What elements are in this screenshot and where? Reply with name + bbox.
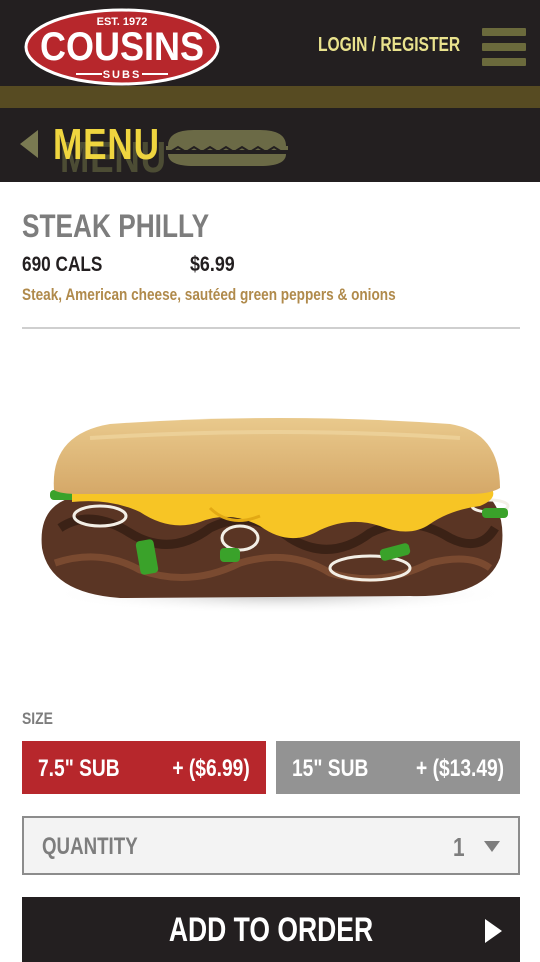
product-description: Steak, American cheese, sautéed green pe… [22, 285, 396, 304]
size-option-label: 7.5" SUB [38, 755, 120, 782]
logo-subs-text: SUBS [103, 69, 142, 81]
cousins-subs-logo[interactable]: EST. 1972 COUSINS SUBS [24, 8, 220, 86]
hamburger-menu-icon[interactable] [482, 28, 526, 66]
size-option-price: + ($6.99) [172, 755, 250, 782]
product-calories: 690 CALS [22, 253, 103, 276]
steak-philly-sandwich-image [30, 398, 520, 623]
play-arrow-icon [485, 919, 502, 943]
size-option-15-sub[interactable]: 15" SUB + ($13.49) [276, 741, 520, 794]
quantity-value: 1 [453, 832, 465, 862]
product-name: STEAK PHILLY [22, 208, 210, 244]
product-price: $6.99 [190, 253, 235, 276]
add-to-order-button[interactable]: ADD TO ORDER [22, 897, 520, 962]
logo-main-text: COUSINS [40, 25, 204, 69]
size-label: SIZE [22, 709, 53, 728]
chevron-down-icon [484, 841, 500, 852]
back-arrow-icon[interactable] [20, 130, 38, 158]
size-option-7-5-sub[interactable]: 7.5" SUB + ($6.99) [22, 741, 266, 794]
quantity-label: QUANTITY [42, 833, 138, 860]
size-option-label: 15" SUB [292, 755, 369, 782]
add-to-order-label: ADD TO ORDER [168, 911, 374, 949]
menu-title[interactable]: MENU [53, 120, 160, 170]
divider [22, 327, 520, 329]
quantity-select[interactable]: QUANTITY 1 [22, 816, 520, 875]
header-stripe [0, 86, 540, 108]
size-option-price: + ($13.49) [415, 755, 504, 782]
sub-sandwich-icon [164, 128, 290, 173]
login-register-link[interactable]: LOGIN / REGISTER [318, 34, 460, 57]
